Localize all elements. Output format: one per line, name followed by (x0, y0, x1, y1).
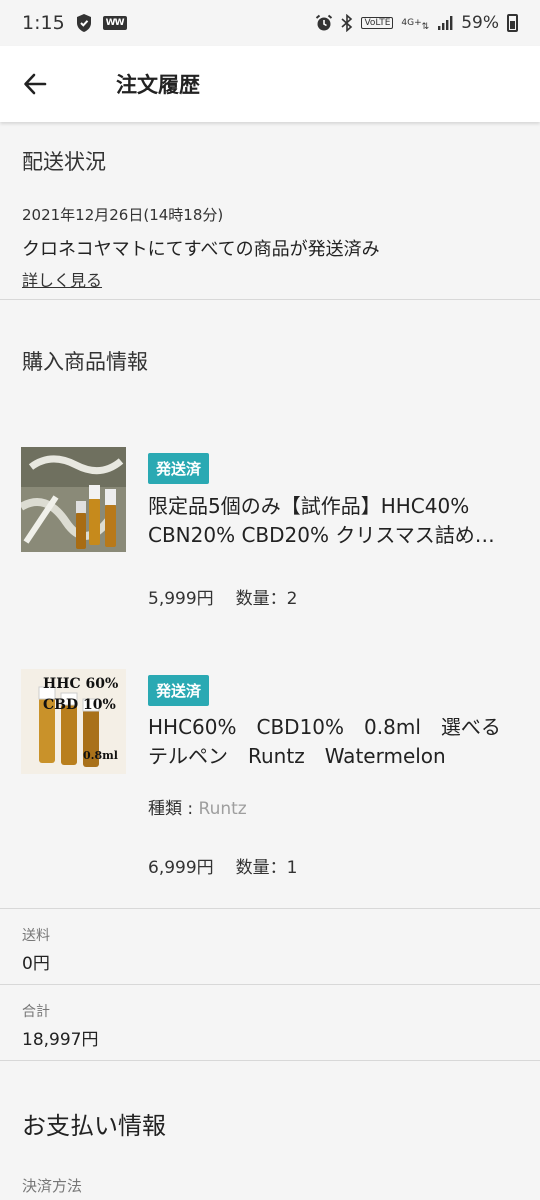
back-button[interactable] (0, 46, 70, 122)
payment-info-title: お支払い情報 (22, 1112, 166, 1140)
status-bar: 1:15 WW VoLTE 4G+ ⇅ 59% (0, 0, 540, 46)
shipping-fee-row: 送料 0円 (0, 908, 540, 984)
purchased-items-title: 購入商品情報 (22, 350, 148, 374)
details-link[interactable]: 詳しく見る (22, 267, 102, 291)
product-thumbnail[interactable] (21, 447, 126, 552)
battery-percent: 59% (461, 13, 499, 33)
shipping-status-text: クロネコヤマトにてすべての商品が発送済み (22, 239, 380, 260)
product-price: 5,999円 (148, 589, 214, 609)
total-row: 合計 18,997円 (0, 984, 540, 1060)
ww-app-icon: WW (102, 16, 127, 30)
total-value: 18,997円 (22, 1030, 99, 1050)
shipping-status-section: 配送状況 2021年12月26日(14時18分) クロネコヤマトにてすべての商品… (0, 122, 540, 300)
thumbnail-text-cbd: CBD 10% (43, 697, 116, 713)
shipping-date: 2021年12月26日(14時18分) (22, 206, 224, 224)
shield-icon (75, 13, 93, 33)
product-quantity: 数量：2 (235, 589, 298, 609)
volte-indicator: VoLTE (361, 17, 394, 29)
page-title: 注文履歴 (116, 73, 200, 97)
variant-label: 種類 : (148, 799, 199, 819)
status-badge: 発送済 (148, 453, 210, 484)
price-quantity: 5,999円 数量：2 (148, 584, 298, 609)
payment-info-section: お支払い情報 決済方法 (0, 1060, 540, 1200)
product-name[interactable]: HHC60% CBD10% 0.8ml 選べるテルペン Runtz Waterm… (148, 713, 520, 773)
product-price: 6,999円 (148, 858, 214, 878)
product-name[interactable]: 限定品5個のみ【試作品】HHC40% CBN20% CBD20% クリスマス詰め… (148, 492, 520, 550)
payment-method-label: 決済方法 (22, 1177, 83, 1195)
status-time: 1:15 (22, 12, 65, 34)
thumbnail-text-hhc: HHC 60% (43, 676, 118, 692)
signal-icon (437, 15, 453, 31)
alarm-icon (315, 14, 333, 32)
product-thumbnail[interactable]: HHC 60% CBD 10% 0.8ml (21, 669, 126, 774)
shipping-fee-label: 送料 (22, 928, 50, 944)
shipping-status-title: 配送状況 (22, 150, 106, 174)
arrow-back-icon (24, 73, 47, 95)
variant-value: Runtz (198, 799, 247, 819)
app-bar: 注文履歴 (0, 46, 540, 122)
battery-icon (507, 14, 518, 32)
status-badge: 発送済 (148, 675, 210, 706)
total-label: 合計 (22, 1004, 50, 1020)
product-quantity: 数量：1 (235, 858, 298, 878)
thumbnail-text-volume: 0.8ml (83, 749, 118, 762)
network-indicator: 4G+ ⇅ (401, 17, 430, 32)
price-quantity: 6,999円 数量：1 (148, 853, 298, 878)
product-variant: 種類 : Runtz (148, 794, 247, 819)
shipping-fee-value: 0円 (22, 954, 50, 974)
bluetooth-icon (341, 14, 353, 32)
